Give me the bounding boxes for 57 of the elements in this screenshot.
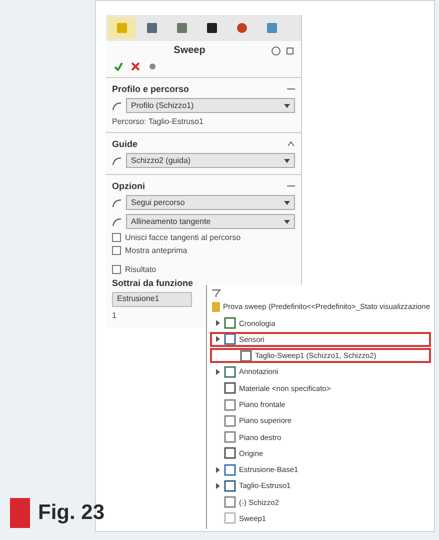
input-field[interactable]: Estrusione1 xyxy=(112,292,192,307)
tab-icon xyxy=(265,21,279,35)
select-field[interactable]: Allineamento tangente xyxy=(126,214,295,229)
option-label: Unisci facce tangenti al percorso xyxy=(125,233,241,242)
feature-icon xyxy=(224,317,236,330)
value-text: 1 xyxy=(112,311,116,320)
section-title: Guide xyxy=(112,139,138,149)
path-icon xyxy=(112,100,122,110)
dropdown-caret-icon xyxy=(284,158,290,162)
part-icon xyxy=(211,300,220,313)
feature-icon xyxy=(224,480,236,492)
expand-icon[interactable] xyxy=(287,141,295,147)
caret-icon[interactable] xyxy=(215,336,221,342)
select-field[interactable]: Segui percorso xyxy=(126,195,295,210)
checkbox[interactable] xyxy=(112,265,121,274)
collapse-icon[interactable] xyxy=(287,183,295,189)
figure-caption: Fig. 23 xyxy=(38,501,105,525)
caption-marker xyxy=(10,498,30,528)
ok-icon[interactable] xyxy=(114,62,123,71)
select-field[interactable]: Schizzo2 (guida) xyxy=(126,153,295,168)
tab-icon xyxy=(115,21,129,35)
path-icon xyxy=(112,156,122,166)
panel-title: Sweep xyxy=(172,45,206,56)
feature-icon xyxy=(240,350,252,362)
checkbox[interactable] xyxy=(112,246,121,255)
select-field[interactable]: Profilo (Schizzo1) xyxy=(126,98,295,113)
dropdown-caret-icon xyxy=(284,220,290,224)
caret-icon[interactable] xyxy=(215,368,221,375)
feature-icon xyxy=(224,333,236,346)
option-label: Mostra anteprima xyxy=(125,246,188,255)
section-title: Profilo e percorso xyxy=(112,84,190,94)
feature-icon xyxy=(224,512,236,524)
dropdown-caret-icon xyxy=(284,104,290,108)
feature-icon xyxy=(224,431,236,444)
checkbox[interactable] xyxy=(112,233,121,242)
caret-icon[interactable] xyxy=(215,466,221,473)
feature-icon xyxy=(224,366,236,378)
tab-icon xyxy=(205,21,219,35)
caret-icon[interactable] xyxy=(215,320,221,326)
tab-icon xyxy=(175,21,189,35)
feature-icon xyxy=(224,414,236,427)
dropdown-caret-icon xyxy=(284,200,290,204)
tab-icon xyxy=(235,21,249,35)
caret-icon[interactable] xyxy=(215,482,221,489)
option-label: Risultato xyxy=(125,265,156,274)
tab-icon xyxy=(145,21,159,35)
feature-icon xyxy=(224,464,236,476)
feature-icon xyxy=(224,496,236,508)
section-title: Sottrai da funzione xyxy=(112,278,193,288)
section-title: Opzioni xyxy=(112,181,145,191)
collapse-icon[interactable] xyxy=(287,86,295,92)
feature-icon xyxy=(224,382,236,394)
path-note: Percorso: Taglio-Estruso1 xyxy=(112,117,204,126)
cancel-icon[interactable] xyxy=(131,62,140,71)
feature-icon xyxy=(224,398,236,411)
feature-icon xyxy=(224,447,236,460)
filter-icon[interactable] xyxy=(211,289,221,298)
